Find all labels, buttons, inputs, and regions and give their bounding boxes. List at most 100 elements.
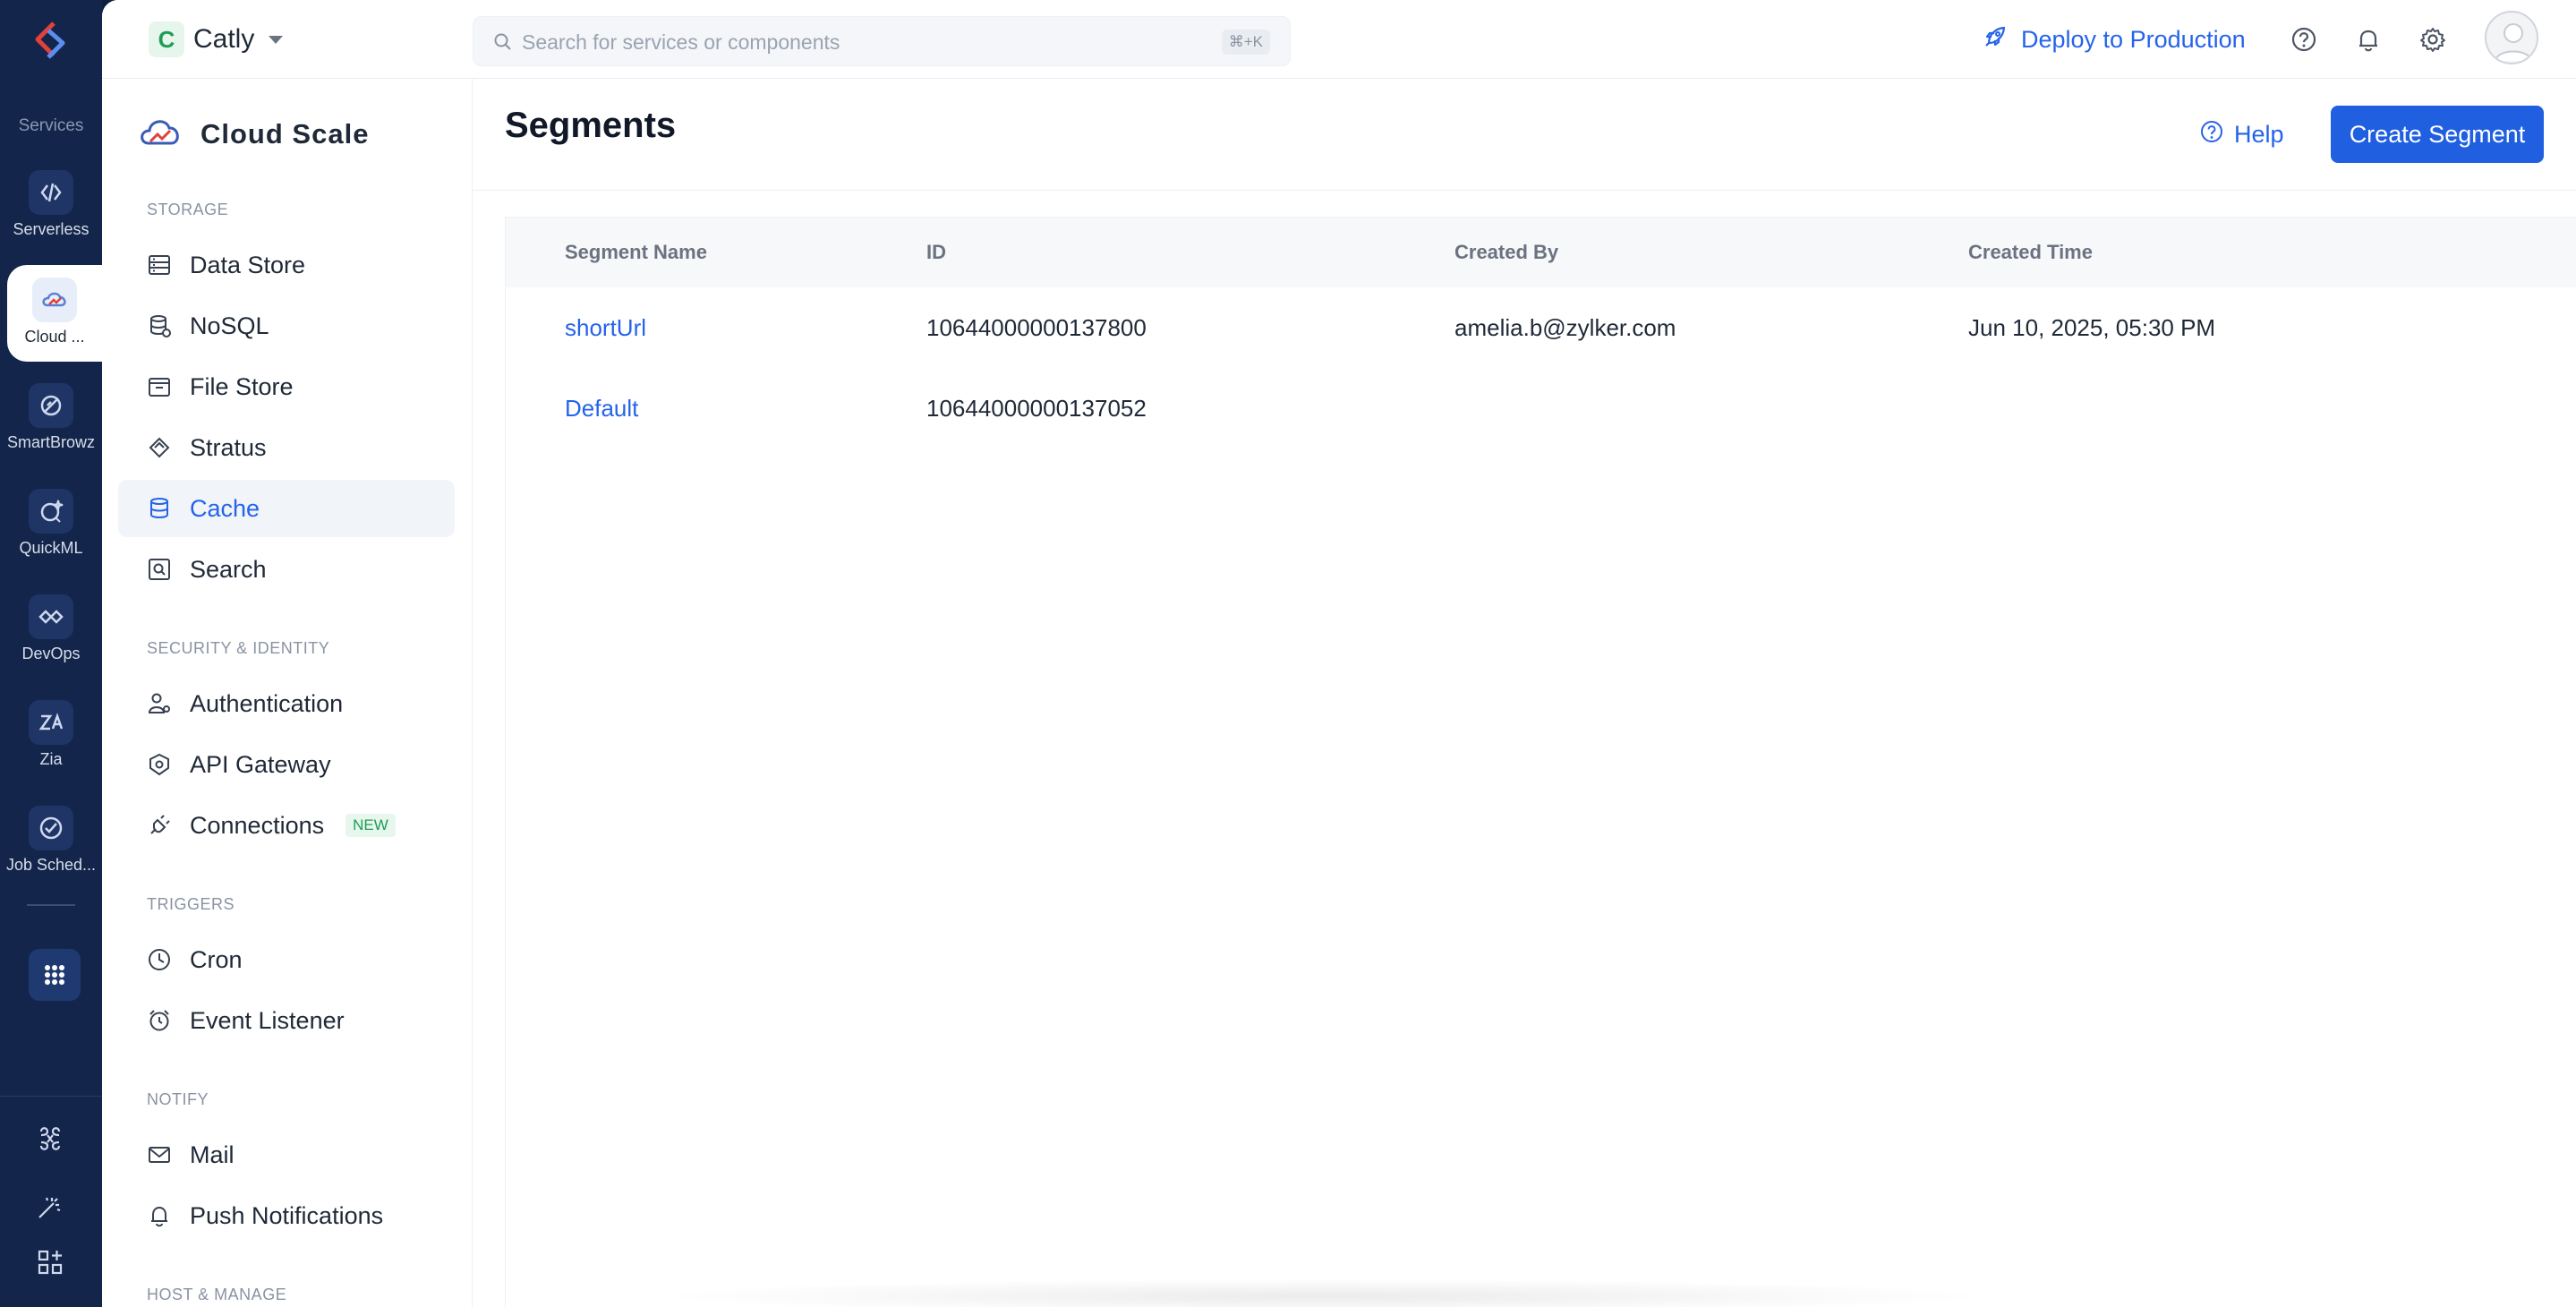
section-label-security: SECURITY & IDENTITY bbox=[147, 639, 330, 657]
component-sidebar: Cloud Scale STORAGE Data Store NoSQL Fil… bbox=[102, 79, 473, 1307]
header-divider bbox=[473, 190, 2576, 191]
devops-icon bbox=[29, 594, 73, 639]
stratus-icon bbox=[147, 435, 172, 460]
services-label: Services bbox=[18, 116, 84, 135]
sidebar-item-data-store[interactable]: Data Store bbox=[118, 236, 455, 294]
column-header-segment-name[interactable]: Segment Name bbox=[565, 241, 707, 264]
help-label: Help bbox=[2234, 121, 2284, 148]
sidebar-item-api-gateway[interactable]: API Gateway bbox=[118, 736, 455, 793]
sidebar-item-label: API Gateway bbox=[190, 750, 331, 778]
sidebar-item-label: Stratus bbox=[190, 433, 267, 461]
rail-divider bbox=[27, 904, 75, 906]
all-services-grid-icon[interactable] bbox=[29, 949, 81, 1001]
rail-item-serverless[interactable]: Serverless bbox=[0, 158, 102, 254]
rail-item-label: DevOps bbox=[21, 645, 81, 662]
rail-item-cloud-scale[interactable]: Cloud ... bbox=[7, 265, 102, 362]
bottom-shadow bbox=[652, 1278, 1994, 1307]
segment-name-link[interactable]: shortUrl bbox=[565, 314, 646, 342]
sidebar-item-connections[interactable]: Connections NEW bbox=[118, 797, 455, 854]
sidebar-item-push-notifications[interactable]: Push Notifications bbox=[118, 1187, 455, 1244]
table-row[interactable]: Default 10644000000137052 bbox=[506, 368, 2576, 448]
sidebar-item-stratus[interactable]: Stratus bbox=[118, 419, 455, 476]
segment-id: 10644000000137052 bbox=[926, 395, 1147, 422]
rail-item-quickml[interactable]: QuickML bbox=[0, 476, 102, 573]
nosql-icon bbox=[147, 313, 172, 338]
file-store-icon bbox=[147, 374, 172, 399]
smartbrowz-icon bbox=[29, 383, 73, 428]
rail-item-label: Zia bbox=[39, 750, 63, 768]
segment-id: 10644000000137800 bbox=[926, 314, 1147, 341]
alarm-clock-icon bbox=[147, 1008, 172, 1033]
rail-item-smartbrowz[interactable]: SmartBrowz bbox=[0, 371, 102, 467]
search-icon bbox=[493, 32, 513, 56]
project-switcher[interactable]: C Catly bbox=[149, 20, 284, 59]
service-name: Cloud Scale bbox=[200, 117, 370, 149]
sidebar-item-label: NoSQL bbox=[190, 312, 269, 339]
rail-item-label: Serverless bbox=[13, 220, 90, 238]
rail-item-label: QuickML bbox=[19, 539, 83, 557]
segments-page: Segments Help Create Segment Segment Nam… bbox=[473, 79, 2576, 1307]
sidebar-item-label: Event Listener bbox=[190, 1006, 345, 1034]
bell-icon bbox=[147, 1203, 172, 1228]
sidebar-item-mail[interactable]: Mail bbox=[118, 1126, 455, 1183]
rail-item-label: Job Sched... bbox=[5, 856, 97, 874]
zia-icon bbox=[29, 700, 73, 745]
project-name: Catly bbox=[193, 24, 255, 54]
rail-item-job-scheduling[interactable]: Job Sched... bbox=[0, 793, 102, 890]
add-widget-icon[interactable] bbox=[34, 1246, 66, 1278]
column-header-id[interactable]: ID bbox=[926, 241, 946, 264]
serverless-icon bbox=[29, 170, 73, 215]
column-header-created-by[interactable]: Created By bbox=[1454, 241, 1558, 264]
segment-name-link[interactable]: Default bbox=[565, 395, 638, 423]
job-scheduling-icon bbox=[29, 806, 73, 850]
rail-bottom-divider bbox=[0, 1096, 102, 1097]
services-rail: Services Serverless Cloud ... SmartBrowz… bbox=[0, 0, 102, 1307]
magic-wand-icon[interactable] bbox=[34, 1191, 66, 1223]
sidebar-item-file-store[interactable]: File Store bbox=[118, 358, 455, 415]
new-badge: NEW bbox=[345, 814, 396, 837]
sidebar-item-authentication[interactable]: Authentication bbox=[118, 675, 455, 732]
deploy-to-production-button[interactable]: Deploy to Production bbox=[1982, 21, 2246, 57]
rail-item-devops[interactable]: DevOps bbox=[0, 582, 102, 679]
user-avatar[interactable] bbox=[2485, 11, 2538, 64]
authentication-icon bbox=[147, 691, 172, 716]
segments-table: Segment Name ID Created By Created Time … bbox=[505, 217, 2576, 1307]
sidebar-item-label: Search bbox=[190, 555, 267, 583]
global-search[interactable]: ⌘+K bbox=[473, 16, 1291, 66]
chevron-down-icon bbox=[269, 35, 284, 44]
table-header: Segment Name ID Created By Created Time bbox=[506, 218, 2576, 287]
notification-bell-icon[interactable] bbox=[2352, 23, 2384, 56]
sidebar-item-label: Data Store bbox=[190, 251, 306, 278]
sidebar-item-event-listener[interactable]: Event Listener bbox=[118, 992, 455, 1049]
search-input[interactable] bbox=[522, 24, 1202, 60]
sidebar-item-cron[interactable]: Cron bbox=[118, 931, 455, 988]
console-frame: C Catly ⌘+K Deploy to Production bbox=[102, 0, 2576, 1307]
help-circle-icon[interactable] bbox=[2288, 23, 2320, 56]
top-bar: C Catly ⌘+K Deploy to Production bbox=[102, 0, 2576, 79]
sidebar-item-nosql[interactable]: NoSQL bbox=[118, 297, 455, 355]
rocket-icon bbox=[1982, 23, 2009, 56]
segment-created-time: Jun 10, 2025, 05:30 PM bbox=[1968, 314, 2216, 341]
search-service-icon bbox=[147, 557, 172, 582]
help-link[interactable]: Help bbox=[2198, 118, 2284, 151]
cloud-scale-logo-icon bbox=[138, 111, 184, 157]
integrations-icon[interactable] bbox=[34, 1123, 66, 1155]
catalyst-logo-icon[interactable] bbox=[27, 18, 75, 66]
sidebar-item-label: Connections bbox=[190, 811, 325, 839]
rail-item-label: SmartBrowz bbox=[6, 433, 95, 451]
sidebar-item-label: Cron bbox=[190, 945, 243, 973]
sidebar-item-cache[interactable]: Cache bbox=[118, 480, 455, 537]
sidebar-item-search[interactable]: Search bbox=[118, 541, 455, 598]
column-header-created-time[interactable]: Created Time bbox=[1968, 241, 2093, 264]
create-segment-button[interactable]: Create Segment bbox=[2331, 106, 2544, 163]
rail-item-zia[interactable]: Zia bbox=[0, 688, 102, 784]
settings-gear-icon[interactable] bbox=[2417, 23, 2449, 56]
mail-icon bbox=[147, 1142, 172, 1167]
help-circle-icon bbox=[2198, 118, 2225, 151]
data-store-icon bbox=[147, 252, 172, 278]
project-initial-badge: C bbox=[149, 21, 184, 57]
section-label-triggers: TRIGGERS bbox=[147, 895, 235, 913]
table-row[interactable]: shortUrl 10644000000137800 amelia.b@zylk… bbox=[506, 287, 2576, 368]
sidebar-item-label: File Store bbox=[190, 372, 294, 400]
section-label-storage: STORAGE bbox=[147, 201, 229, 218]
